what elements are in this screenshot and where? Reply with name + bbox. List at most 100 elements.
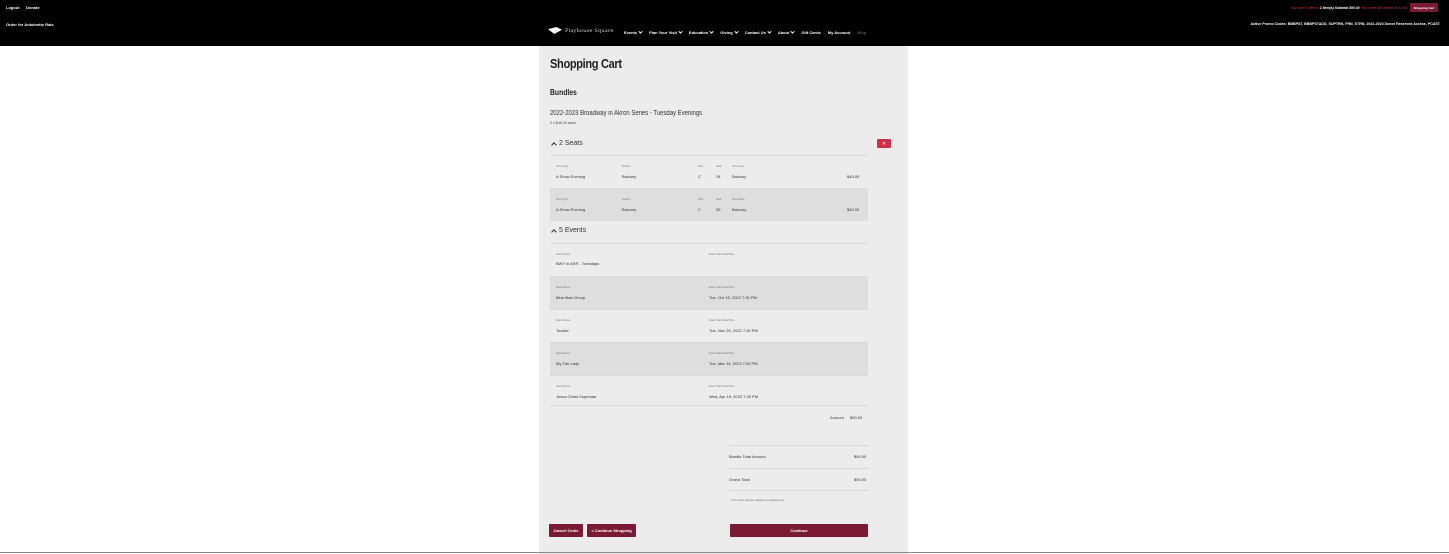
event-name-label: Event Name <box>556 253 571 256</box>
status-lead: You have 1 offer in <box>1290 6 1319 10</box>
fee-note: Your order may be subject to a delivery … <box>731 498 785 502</box>
chevron-down-icon <box>734 29 739 34</box>
nav-item-blog[interactable]: Blog <box>857 30 866 35</box>
cancel-order-button[interactable]: Cancel Order <box>549 524 583 537</box>
seat-value: 25 <box>716 207 721 212</box>
logo-mark-icon <box>548 27 562 34</box>
event-date-label: Event Start Date/Time <box>709 286 735 289</box>
site-logo[interactable]: Playhouse Square <box>548 27 614 34</box>
section-value: Balcony <box>622 174 637 179</box>
site-header: Logout Donate Order for Antoinette Rals … <box>0 0 1449 46</box>
price-type-value: A Show Evening <box>556 207 586 212</box>
logout-link[interactable]: Logout <box>6 5 20 10</box>
events-toggle[interactable]: 5 Events <box>551 227 586 235</box>
seats-toggle[interactable]: 2 Seats <box>551 140 583 148</box>
amount-value: $90.00 <box>850 415 863 420</box>
chevron-down-icon <box>678 29 683 34</box>
bundle-total-label: Bundle Total Amount <box>729 454 766 459</box>
nav-label: Giving <box>720 30 733 35</box>
event-name-label: Event Name <box>556 319 571 322</box>
price-zone-label: Price Zone <box>732 165 745 168</box>
nav-label: Events <box>624 30 638 35</box>
nav-label: About <box>777 30 790 35</box>
grand-total-label: Grand Total <box>729 477 750 482</box>
event-date-label: Event Start Date/Time <box>709 253 735 256</box>
nav-item-plan-your-visit[interactable]: Plan Your Visit <box>649 29 683 35</box>
logo-text: Playhouse Square <box>565 27 614 34</box>
section-label: Section <box>622 165 631 168</box>
status-timer: Your order will timeout in 14:58 <box>1360 6 1407 10</box>
nav-item-about[interactable]: About <box>777 29 796 35</box>
event-name: My Fair Lady <box>556 361 580 366</box>
event-date: Tue, Mar 14, 2023 7:30 PM <box>709 361 758 366</box>
divider <box>729 490 869 491</box>
amount-label: Amount <box>830 415 844 420</box>
price-type-label: Price Type <box>556 198 569 201</box>
section-value: Balcony <box>622 207 637 212</box>
order-for-label: Order for Antoinette Rals <box>6 22 54 27</box>
grand-total-value: $90.00 <box>854 477 867 482</box>
seat-label: Seat <box>716 198 722 201</box>
event-date-label: Event Start Date/Time <box>709 352 735 355</box>
nav-item-contact-us[interactable]: Contact Us <box>744 29 772 35</box>
nav-label: Education <box>688 30 709 35</box>
chevron-down-icon <box>790 29 796 34</box>
divider <box>729 468 869 469</box>
status-items[interactable]: 2 Item(s) Subtotal $90.00 <box>1320 6 1360 10</box>
shopping-cart-button[interactable]: Shopping Cart <box>1410 3 1438 12</box>
price-zone-value: Balcony <box>732 207 747 212</box>
event-date: Tue, Oct 18, 2022 7:30 PM <box>709 295 757 300</box>
chevron-up-icon <box>551 141 557 148</box>
nav-label: Contact Us <box>744 30 766 35</box>
event-row: Event Name Event Start Date/Time My Fair… <box>550 342 868 375</box>
row-value: C <box>698 207 701 212</box>
cart-status: You have 1 offer in 2 Item(s) Subtotal $… <box>1291 6 1407 10</box>
chevron-up-icon <box>551 228 557 235</box>
main-nav: Events Plan Your Visit Education Giving … <box>624 29 866 35</box>
page-bottom-border <box>0 552 1449 553</box>
continue-button[interactable]: Continue <box>730 524 868 537</box>
event-date-label: Event Start Date/Time <box>709 385 735 388</box>
row-label: Row <box>698 198 704 201</box>
event-name: Jesus Christ Superstar <box>556 394 597 399</box>
row-value: C <box>698 174 701 179</box>
event-date-label: Event Start Date/Time <box>709 319 735 322</box>
section-label: Section <box>622 198 631 201</box>
chevron-down-icon <box>767 29 772 34</box>
price-type-value: A Show Evening <box>556 174 586 179</box>
event-name: BWY in AKR - Tuesdays <box>556 261 600 266</box>
event-row: Event Name Event Start Date/Time Tootsie… <box>550 309 868 342</box>
close-icon: ✕ <box>881 140 887 147</box>
bundle-total-value: $90.00 <box>854 454 867 459</box>
divider <box>550 405 868 406</box>
seat-label: Seat <box>716 165 722 168</box>
continue-shopping-button[interactable]: < Continue Shopping <box>587 524 636 537</box>
nav-item-my-account[interactable]: My Account <box>828 30 851 35</box>
divider <box>729 445 869 446</box>
price-zone-value: Balcony <box>732 174 747 179</box>
bundle-price: 2 x $45.00 each <box>550 121 576 125</box>
seat-price: $45.00 <box>847 174 860 179</box>
seat-price: $45.00 <box>847 207 860 212</box>
page-title: Shopping Cart <box>550 56 622 71</box>
nav-item-education[interactable]: Education <box>688 29 714 35</box>
event-name-label: Event Name <box>556 286 571 289</box>
section-title: Bundles <box>550 88 577 97</box>
nav-item-giving[interactable]: Giving <box>720 29 739 35</box>
price-type-label: Price Type <box>556 165 569 168</box>
event-name: Blue Man Group <box>556 295 586 300</box>
event-row: Event Name Event Start Date/Time Blue Ma… <box>550 276 868 309</box>
remove-bundle-button[interactable]: ✕ <box>877 139 891 148</box>
event-date: Tue, Nov 29, 2022 7:30 PM <box>709 328 758 333</box>
chevron-down-icon <box>709 29 714 34</box>
seat-row: Price Type Section Row Seat Price Zone A… <box>550 155 868 188</box>
row-label: Row <box>698 165 704 168</box>
nav-item-gift-cards[interactable]: Gift Cards <box>801 30 820 35</box>
event-name-label: Event Name <box>556 352 571 355</box>
active-promo-codes: Active Promo Codes: BBBPST, BBBPSTADD, S… <box>1250 22 1440 26</box>
donate-link[interactable]: Donate <box>26 5 40 10</box>
nav-item-events[interactable]: Events <box>624 29 643 35</box>
chevron-down-icon <box>638 29 643 34</box>
seat-row: Price Type Section Row Seat Price Zone A… <box>550 188 868 221</box>
cart-panel: Shopping Cart Bundles 2022-2023 Broadway… <box>539 46 908 554</box>
